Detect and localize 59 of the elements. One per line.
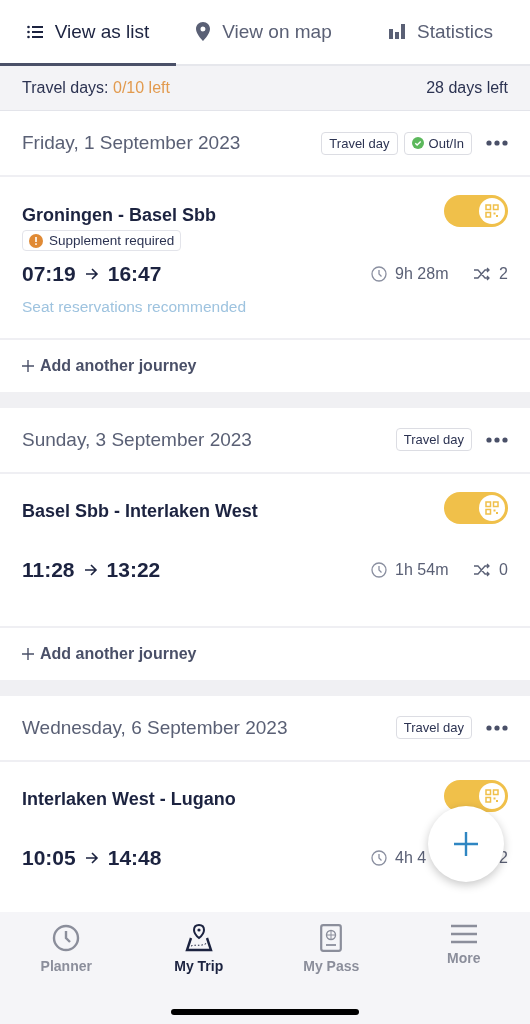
journey-route[interactable]: Basel Sbb - Interlaken West [22,501,258,522]
arrow-right-icon [83,563,98,576]
travel-days-text: Travel days: 0/10 left [22,79,170,97]
travel-tag: Out/In [403,131,472,155]
check-icon [411,137,424,149]
arrival-time: 16:47 [107,261,162,286]
departure-time: 10:05 [22,845,76,870]
travel-tag: Travel day [395,428,472,451]
clock-icon [371,849,388,866]
tab[interactable]: View on map [176,0,352,66]
arrival-time: 13:22 [106,557,161,582]
day-date: Friday, 1 September 2023 [22,132,241,154]
tab[interactable]: Statistics [352,0,530,66]
journey-duration: 4h 4 [395,848,427,866]
departure-time: 07:19 [22,261,76,286]
plus-icon [22,647,34,660]
clock-icon [371,265,388,282]
journey-route[interactable]: Interlaken West - Lugano [22,789,236,810]
qr-code-icon [485,204,499,218]
plus-icon [453,831,479,857]
nav-tab[interactable]: My Trip [132,924,265,974]
journey-duration: 9h 28m [395,264,449,282]
ticket-toggle[interactable] [444,491,508,524]
map-pin-icon [184,924,213,952]
departure-time: 11:28 [22,557,75,582]
clock-icon [52,924,81,952]
qr-code-icon [485,500,499,515]
add-journey-link[interactable]: Add another journey [0,339,530,392]
day-date: Sunday, 3 September 2023 [22,428,252,451]
travel-tag: Travel day [395,716,472,739]
journey-route[interactable]: Groningen - Basel Sbb [22,204,217,226]
arrow-right-icon [84,851,99,864]
bar-chart-icon [389,24,405,39]
travel-tag: Travel day [321,131,398,155]
more-icon[interactable] [486,724,508,731]
journey-duration: 1h 54m [395,560,449,578]
ticket-toggle[interactable] [444,195,508,227]
day-date: Wednesday, 6 September 2023 [22,716,288,739]
ticket-toggle[interactable] [444,779,508,812]
shuffle-icon [473,562,492,577]
menu-icon [450,924,477,944]
more-icon[interactable] [486,436,508,443]
clock-icon [371,561,388,578]
seat-reservation-note: Seat reservations recommended [22,297,247,317]
days-left-text: 28 days left [426,79,508,97]
arrow-right-icon [84,267,99,280]
passport-icon [320,924,343,952]
shuffle-icon [473,266,492,281]
list-icon [26,24,43,39]
supplement-badge: Supplement required [22,230,182,251]
plus-icon [22,359,34,372]
location-pin-icon [196,22,211,41]
warning-icon [29,233,43,248]
transfer-count: 0 [499,560,508,579]
more-icon[interactable] [486,140,508,146]
add-journey-link[interactable]: Add another journey [0,627,530,680]
qr-code-icon [485,788,499,803]
arrival-time: 14:48 [107,845,162,870]
transfer-count: 2 [499,264,508,283]
